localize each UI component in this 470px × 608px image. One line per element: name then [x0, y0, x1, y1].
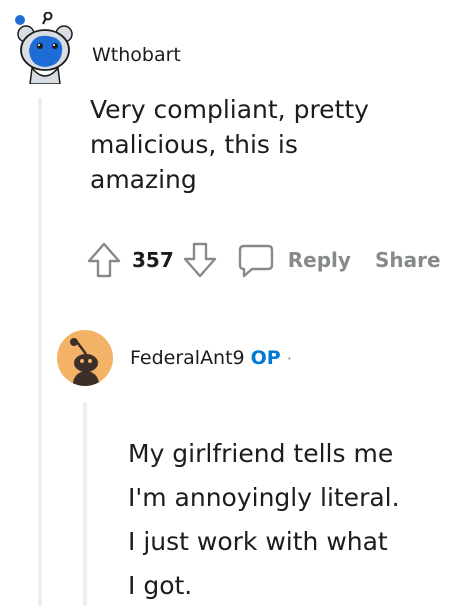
- vote-count: 357: [132, 248, 174, 272]
- reply-label: Reply: [287, 248, 351, 272]
- reply-body-line: I got.: [128, 571, 193, 600]
- reply-thread-line[interactable]: [83, 402, 87, 606]
- comment-username[interactable]: Wthobart: [92, 44, 181, 66]
- reply-body: My girlfriend tells me I'm annoyingly li…: [128, 432, 400, 608]
- comment-body: Very compliant, pretty malicious, this i…: [90, 92, 369, 197]
- snoo-avatar-icon[interactable]: [12, 11, 76, 85]
- comment-body-line: malicious, this is: [90, 130, 298, 159]
- snoo-avatar-orange-icon[interactable]: [57, 330, 113, 386]
- reply-username[interactable]: FederalAnt9: [130, 347, 245, 369]
- meta-separator: ·: [286, 349, 292, 368]
- downvote-icon[interactable]: [182, 240, 218, 280]
- comment-thread-line[interactable]: [38, 98, 42, 606]
- comment-bubble-icon: [236, 240, 276, 280]
- reply-username-row: FederalAnt9 OP ·: [130, 347, 292, 369]
- comment-body-line: amazing: [90, 165, 197, 194]
- reply-body-line: I just work with what: [128, 527, 388, 556]
- op-badge: OP: [250, 347, 281, 369]
- comment-action-bar: 357 Reply Share: [86, 238, 441, 282]
- upvote-icon[interactable]: [86, 240, 122, 280]
- share-button[interactable]: Share: [375, 248, 441, 272]
- reply-body-line: My girlfriend tells me: [128, 439, 394, 468]
- comment-body-line: Very compliant, pretty: [90, 95, 369, 124]
- reply-body-line: I'm annoyingly literal.: [128, 483, 400, 512]
- reply-button[interactable]: Reply: [236, 240, 351, 280]
